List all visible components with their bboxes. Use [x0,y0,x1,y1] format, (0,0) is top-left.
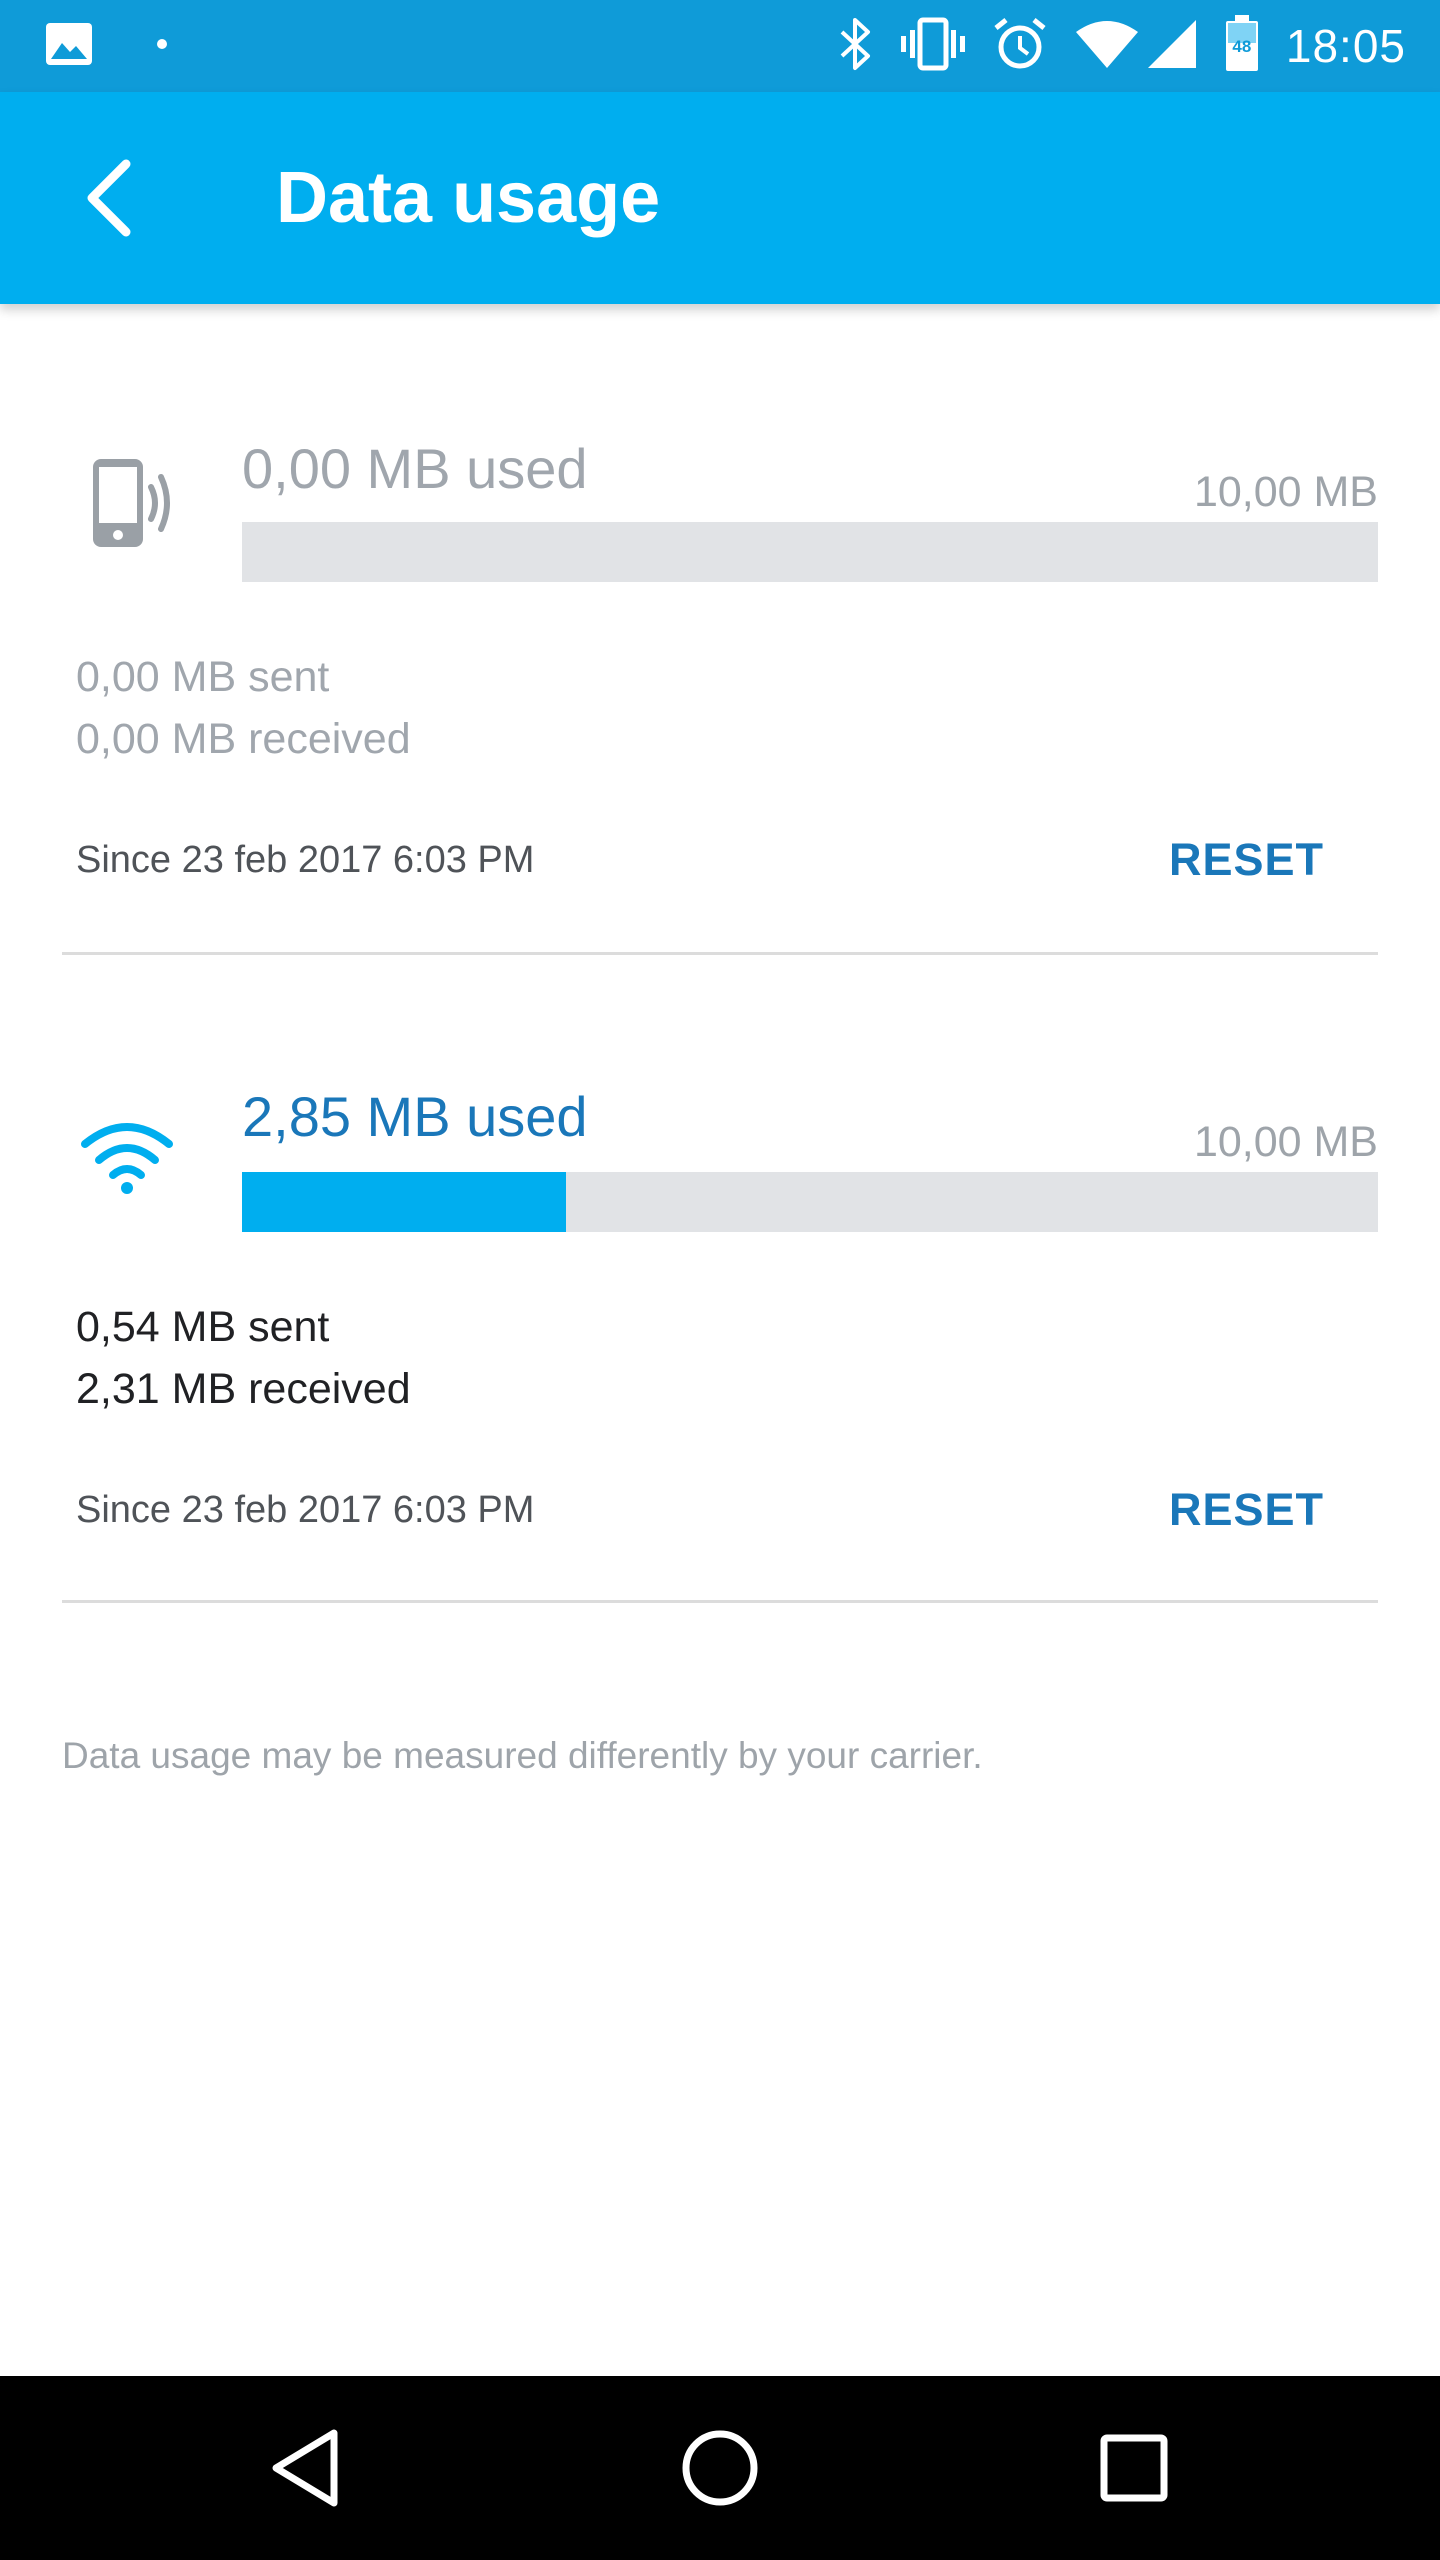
wifi-card-divider [62,1600,1378,1603]
nav-recents-button[interactable] [1084,2418,1184,2518]
mobile-data-icon [72,448,182,558]
back-button[interactable] [60,148,160,248]
wifi-used-label: 2,85 MB used [242,1085,588,1148]
navigation-bar [0,2376,1440,2560]
image-notification-icon [44,21,94,72]
carrier-footnote: Data usage may be measured differently b… [62,1735,983,1776]
app-bar: Data usage [0,92,1440,304]
wifi-usage-bar-fill [242,1172,566,1232]
mobile-usage-bar [242,522,1378,582]
wifi-data-card: 2,85 MB used 10,00 MB 0,54 MB sent 2,31 … [62,956,1378,1608]
battery-level: 48 [1232,36,1252,56]
bluetooth-icon [838,16,874,77]
wifi-data-icon [72,1101,182,1211]
battery-icon: 48 [1224,14,1260,78]
back-arrow-icon [87,159,131,237]
cell-signal-icon [1146,18,1198,75]
mobile-used-label: 0,00 MB used [242,437,588,500]
wifi-since-text: Since 23 feb 2017 6:03 PM [76,1489,535,1531]
status-time: 18:05 [1285,20,1406,72]
status-bar: 48 18:05 [0,0,1440,92]
mobile-sent-text: 0,00 MB sent [76,653,330,701]
mobile-reset-button[interactable]: RESET [1169,832,1324,888]
wifi-limit-label: 10,00 MB [1193,1118,1378,1166]
wifi-usage-bar [242,1172,1378,1232]
nav-home-icon [682,2430,758,2506]
wifi-signal-icon [1074,18,1140,75]
nav-recents-icon [1100,2434,1168,2502]
status-right: 48 18:05 [812,14,1406,78]
mobile-data-card: 0,00 MB used 10,00 MB 0,00 MB sent 0,00 … [62,304,1378,956]
status-left [44,20,168,72]
dot-icon [156,37,168,55]
alarm-icon [992,16,1048,77]
mobile-limit-label: 10,00 MB [1193,468,1378,516]
nav-back-icon [272,2429,338,2507]
nav-home-button[interactable] [670,2418,770,2518]
page-title: Data usage [276,158,661,238]
mobile-card-divider [62,952,1378,955]
wifi-sent-text: 0,54 MB sent [76,1303,330,1351]
nav-back-button[interactable] [256,2418,356,2518]
vibrate-icon [900,16,966,77]
mobile-since-text: Since 23 feb 2017 6:03 PM [76,839,535,881]
mobile-received-text: 0,00 MB received [76,715,411,763]
wifi-received-text: 2,31 MB received [76,1365,411,1413]
wifi-reset-button[interactable]: RESET [1169,1482,1324,1538]
